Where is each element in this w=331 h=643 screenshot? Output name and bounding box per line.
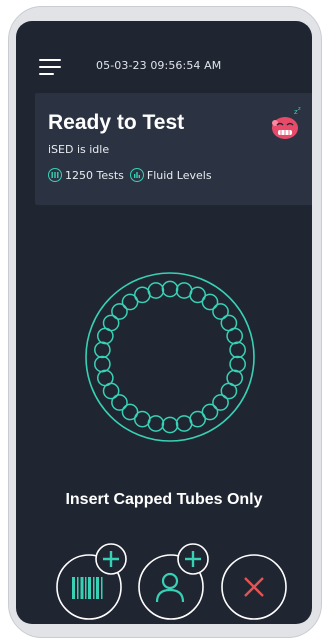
stats-row: 1250 Tests Fluid Levels — [48, 168, 218, 182]
tube-holder — [85, 272, 255, 442]
barcode-add-icon — [72, 543, 127, 599]
status-subtitle: iSED is idle — [48, 143, 110, 156]
add-patient-button[interactable] — [134, 543, 214, 624]
tube-slot — [121, 403, 139, 421]
fluid-levels[interactable]: Fluid Levels — [129, 168, 212, 182]
svg-text:z: z — [298, 106, 301, 112]
instruction-text: Insert Capped Tubes Only — [65, 491, 263, 508]
tube-slot — [94, 341, 111, 359]
tube-slot — [161, 416, 179, 434]
tube-slot — [175, 415, 193, 432]
fluid-label: Fluid Levels — [146, 168, 212, 182]
tests-label: 1250 Tests — [65, 168, 124, 182]
tube-slot — [229, 341, 246, 359]
tests-count[interactable]: 1250 Tests — [48, 168, 124, 182]
cancel-button[interactable] — [216, 549, 296, 624]
hamburger-menu-icon[interactable] — [39, 58, 61, 76]
tube-slot — [201, 293, 219, 311]
tube-slot — [212, 394, 229, 411]
tube-slot — [96, 369, 114, 387]
datetime-display: 05-03-23 09:56:54 AM — [96, 59, 222, 72]
status-title: Ready to Test — [48, 111, 185, 134]
fluid-levels-icon — [129, 168, 144, 182]
close-icon — [244, 577, 264, 597]
status-card: Ready to Test iSED is idle 1250 Tests Fl… — [35, 93, 312, 205]
tube-slot — [147, 282, 165, 299]
sleeping-mascot-icon: z z — [272, 106, 301, 139]
tube-slot — [161, 280, 179, 298]
tube-slot — [111, 303, 128, 320]
scan-barcode-button[interactable] — [52, 543, 132, 624]
tube-slot — [94, 355, 111, 373]
tube-slot — [229, 355, 246, 373]
test-tubes-icon — [48, 168, 62, 182]
app-screen: 05-03-23 09:56:54 AM Ready to Test iSED … — [16, 21, 312, 624]
tube-slot — [226, 327, 244, 345]
